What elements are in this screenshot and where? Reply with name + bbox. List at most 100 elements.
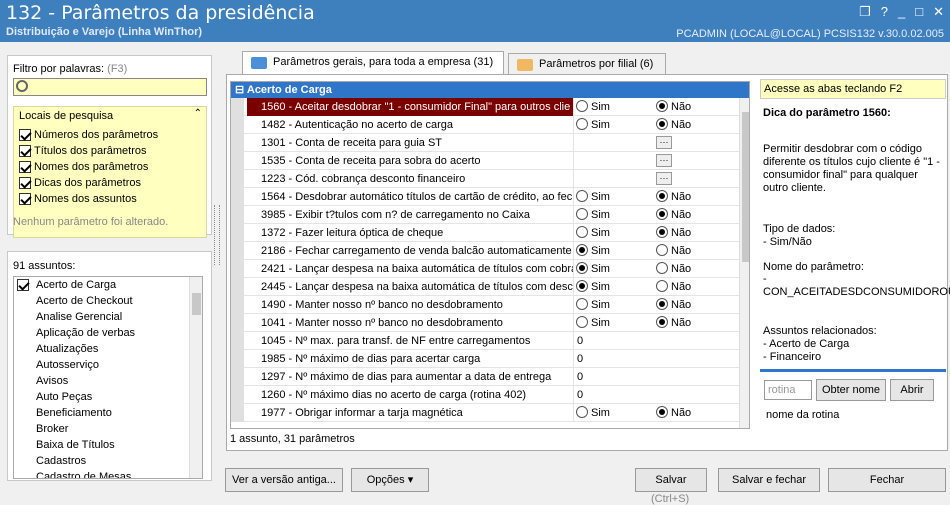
- parameter-value[interactable]: Sim Não: [573, 278, 739, 296]
- parameter-value[interactable]: ···: [573, 170, 739, 188]
- subject-checkbox[interactable]: [17, 279, 29, 291]
- ellipsis-button[interactable]: ···: [656, 172, 672, 185]
- parameter-value[interactable]: Sim Não: [573, 98, 739, 116]
- parameter-value[interactable]: Sim Não: [573, 224, 739, 242]
- radio-nao[interactable]: [656, 406, 668, 418]
- subject-item[interactable]: Avisos: [14, 373, 190, 389]
- checkbox-numeros[interactable]: Números dos parâmetros: [19, 129, 158, 141]
- parameter-value[interactable]: Sim Não: [573, 206, 739, 224]
- parameter-row[interactable]: 1564 - Desdobrar automático títulos de c…: [231, 188, 739, 206]
- collapse-icon[interactable]: ⌃: [194, 108, 202, 119]
- parameter-value[interactable]: Sim Não: [573, 188, 739, 206]
- subject-item[interactable]: Cadastros: [14, 453, 190, 469]
- collapse-icon[interactable]: ⊟: [235, 84, 244, 96]
- radio-nao[interactable]: [656, 244, 668, 256]
- radio-nao[interactable]: [656, 100, 668, 112]
- parameter-row[interactable]: 1041 - Manter nosso nº banco no desdobra…: [231, 314, 739, 332]
- parameter-value[interactable]: 0: [573, 386, 739, 404]
- radio-sim[interactable]: [576, 118, 588, 130]
- parameter-row[interactable]: 1045 - Nº max. para transf. de NF entre …: [231, 332, 739, 350]
- radio-nao[interactable]: [656, 262, 668, 274]
- parameter-row[interactable]: 1372 - Fazer leitura óptica de cheque Sim…: [231, 224, 739, 242]
- parameter-row[interactable]: 2421 - Lançar despesa na baixa automátic…: [231, 260, 739, 278]
- radio-nao[interactable]: [656, 226, 668, 238]
- checkbox-dicas[interactable]: Dicas dos parâmetros: [19, 177, 141, 189]
- subject-item[interactable]: Aplicação de verbas: [14, 325, 190, 341]
- parameter-value[interactable]: ···: [573, 152, 739, 170]
- radio-sim[interactable]: [576, 316, 588, 328]
- old-version-button[interactable]: Ver a versão antiga...: [225, 468, 343, 492]
- subject-item[interactable]: Atualizações: [14, 341, 190, 357]
- parameter-row[interactable]: 1260 - Nº máximo dias no acerto de carga…: [231, 386, 739, 404]
- parameter-row[interactable]: 1985 - Nº máximo de dias para acertar ca…: [231, 350, 739, 368]
- options-button[interactable]: Opções ▾: [351, 468, 429, 492]
- parameter-row[interactable]: 1490 - Manter nosso nº banco no desdobra…: [231, 296, 739, 314]
- get-name-button[interactable]: Obter nome: [816, 379, 886, 401]
- checkbox-assuntos[interactable]: Nomes dos assuntos: [19, 193, 137, 205]
- tab-filial[interactable]: Parâmetros por filial (6): [508, 53, 666, 75]
- parameter-row[interactable]: 1482 - Autenticação no acerto de carga Si…: [231, 116, 739, 134]
- parameter-value[interactable]: Sim Não: [573, 116, 739, 134]
- grid-scrollbar[interactable]: [739, 98, 749, 428]
- parameter-value[interactable]: 0: [573, 368, 739, 386]
- parameter-value[interactable]: Sim Não: [573, 296, 739, 314]
- panel-splitter[interactable]: [214, 205, 220, 265]
- save-close-button[interactable]: Salvar e fechar: [718, 468, 820, 492]
- parameter-row[interactable]: 2186 - Fechar carregamento de venda balc…: [231, 242, 739, 260]
- radio-sim[interactable]: [576, 406, 588, 418]
- subject-item[interactable]: Acerto de Checkout: [14, 293, 190, 309]
- radio-nao[interactable]: [656, 280, 668, 292]
- radio-nao[interactable]: [656, 208, 668, 220]
- parameter-row[interactable]: 3985 - Exibir t?tulos com n? de carregam…: [231, 206, 739, 224]
- minimize-icon[interactable]: _: [898, 4, 905, 20]
- radio-sim[interactable]: [576, 262, 588, 274]
- radio-nao[interactable]: [656, 118, 668, 130]
- maximize-icon[interactable]: □: [915, 4, 923, 20]
- subject-item[interactable]: Analise Gerencial: [14, 309, 190, 325]
- checkbox-nomes[interactable]: Nomes dos parâmetros: [19, 161, 148, 173]
- radio-sim[interactable]: [576, 298, 588, 310]
- tab-gerais[interactable]: Parâmetros gerais, para toda a empresa (…: [242, 51, 504, 75]
- parameter-value[interactable]: Sim Não: [573, 260, 739, 278]
- parameter-row[interactable]: 1223 - Cód. cobrança desconto financeiro…: [231, 170, 739, 188]
- restore-icon[interactable]: ❐: [859, 4, 871, 20]
- parameter-row[interactable]: 1535 - Conta de receita para sobra do ac…: [231, 152, 739, 170]
- parameter-value[interactable]: Sim Não: [573, 404, 739, 422]
- parameter-row[interactable]: 2445 - Lançar despesa na baixa automátic…: [231, 278, 739, 296]
- subject-item[interactable]: Auto Peças: [14, 389, 190, 405]
- filter-input[interactable]: [13, 78, 207, 96]
- radio-sim[interactable]: [576, 280, 588, 292]
- parameter-row[interactable]: 1977 - Obrigar informar a tarja magnétic…: [231, 404, 739, 422]
- parameter-value[interactable]: Sim Não: [573, 242, 739, 260]
- parameter-value[interactable]: ···: [573, 134, 739, 152]
- close-icon[interactable]: ✕: [933, 4, 944, 20]
- radio-nao[interactable]: [656, 190, 668, 202]
- routine-input[interactable]: rotina: [764, 380, 812, 400]
- open-button[interactable]: Abrir: [890, 379, 934, 401]
- radio-sim[interactable]: [576, 244, 588, 256]
- radio-sim[interactable]: [576, 208, 588, 220]
- subject-item[interactable]: Autosserviço: [14, 357, 190, 373]
- group-header[interactable]: ⊟ Acerto de Carga: [231, 82, 749, 98]
- parameter-value[interactable]: Sim Não: [573, 314, 739, 332]
- subject-item[interactable]: Baixa de Títulos: [14, 437, 190, 453]
- subjects-list[interactable]: Acerto de Carga Acerto de Checkout Analise…: [13, 276, 203, 479]
- subjects-scrollbar[interactable]: [189, 277, 202, 478]
- radio-nao[interactable]: [656, 298, 668, 310]
- parameter-row[interactable]: 1301 - Conta de receita para guia ST ···: [231, 134, 739, 152]
- subject-item[interactable]: Beneficiamento: [14, 405, 190, 421]
- radio-sim[interactable]: [576, 190, 588, 202]
- help-icon[interactable]: ?: [881, 4, 888, 20]
- subject-item[interactable]: Cadastro de Mesas: [14, 469, 190, 478]
- subject-item[interactable]: Broker: [14, 421, 190, 437]
- checkbox-titulos[interactable]: Títulos dos parâmetros: [19, 145, 147, 157]
- ellipsis-button[interactable]: ···: [656, 154, 672, 167]
- subject-item[interactable]: Acerto de Carga: [14, 277, 190, 293]
- parameter-row[interactable]: 1560 - Aceitar desdobrar "1 - consumidor…: [231, 98, 739, 116]
- parameter-value[interactable]: 0: [573, 350, 739, 368]
- radio-sim[interactable]: [576, 226, 588, 238]
- save-button[interactable]: Salvar: [635, 468, 707, 492]
- ellipsis-button[interactable]: ···: [656, 136, 672, 149]
- parameter-value[interactable]: 0: [573, 332, 739, 350]
- close-button[interactable]: Fechar: [828, 468, 946, 492]
